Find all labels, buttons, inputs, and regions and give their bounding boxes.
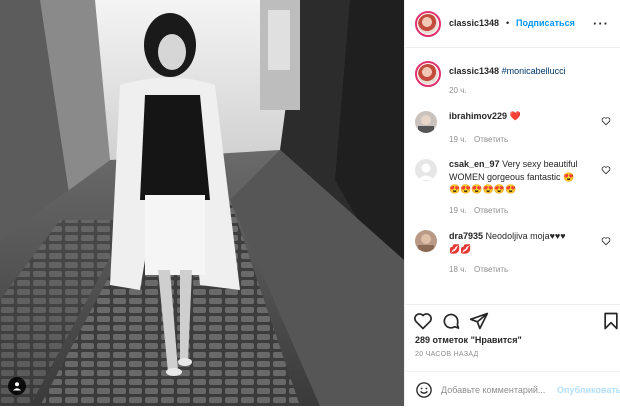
- heart-icon[interactable]: [413, 311, 433, 331]
- likes-suffix: "Нравится": [470, 335, 522, 345]
- user-tag-icon: [13, 382, 21, 391]
- caption-avatar[interactable]: [415, 61, 441, 87]
- caption-time[interactable]: 20 ч.: [449, 86, 467, 95]
- bookmark-icon[interactable]: [601, 311, 620, 331]
- comment-emoji-line: 💋💋: [449, 244, 472, 254]
- comment-like-icon[interactable]: [601, 165, 611, 175]
- comment-avatar[interactable]: [415, 111, 437, 133]
- likes-count[interactable]: 289 отметок "Нравится": [415, 335, 522, 345]
- author-username[interactable]: classic1348: [449, 18, 499, 28]
- share-icon[interactable]: [469, 311, 489, 331]
- comment-text: csak_en_97 Very sexy beautiful WOMEN gor…: [449, 158, 599, 184]
- comment-time[interactable]: 19 ч.: [449, 135, 467, 144]
- heart-emoji: ❤️: [509, 111, 521, 121]
- follow-button[interactable]: Подписаться: [516, 18, 575, 28]
- publish-button[interactable]: Опубликовать: [557, 385, 620, 395]
- post-actions: 289 отметок "Нравится" 20 ЧАСОВ НАЗАД Оп…: [405, 304, 620, 406]
- caption-hashtag[interactable]: #monicabellucci: [502, 66, 566, 76]
- comment-text: dra7935 Neodoljiva moja♥♥♥: [449, 230, 566, 243]
- add-comment-bar: Опубликовать: [405, 371, 620, 407]
- post-header: classic1348 • Подписаться ···: [405, 0, 620, 48]
- photo-image: [0, 0, 404, 406]
- comment-like-icon[interactable]: [601, 236, 611, 246]
- post-photo[interactable]: [0, 0, 404, 406]
- emoji-icon[interactable]: [415, 381, 433, 399]
- comment-username[interactable]: dra7935: [449, 231, 483, 241]
- comments-list: classic1348 #monicabellucci 20 ч. ibrahi…: [405, 48, 620, 304]
- caption-username[interactable]: classic1348: [449, 66, 499, 76]
- caption-text: classic1348 #monicabellucci: [449, 65, 609, 78]
- header-separator: •: [506, 18, 510, 28]
- post-time[interactable]: 20 ЧАСОВ НАЗАД: [415, 351, 479, 358]
- instagram-post: classic1348 • Подписаться ··· classic134…: [0, 0, 620, 408]
- comment-username[interactable]: csak_en_97: [449, 159, 500, 169]
- likes-number: 289 отметок: [415, 335, 469, 345]
- comment-like-icon[interactable]: [601, 116, 611, 126]
- comment-time[interactable]: 19 ч.: [449, 206, 467, 215]
- comment-input[interactable]: [441, 382, 559, 398]
- user-tag-button[interactable]: [8, 377, 26, 395]
- reply-button[interactable]: Ответить: [474, 135, 508, 144]
- comment-text: ibrahimov229 ❤️: [449, 110, 521, 123]
- post-side-panel: classic1348 • Подписаться ··· classic134…: [404, 0, 620, 406]
- comment-avatar[interactable]: [415, 230, 437, 252]
- reply-button[interactable]: Ответить: [474, 206, 508, 215]
- comment-body: Neodoljiva moja♥♥♥: [485, 231, 566, 241]
- comment-avatar[interactable]: [415, 159, 437, 181]
- author-avatar[interactable]: [415, 11, 441, 37]
- comment-username[interactable]: ibrahimov229: [449, 111, 507, 121]
- comment-icon[interactable]: [441, 311, 461, 331]
- comment-time[interactable]: 18 ч.: [449, 265, 467, 274]
- comment-emoji-line: 😍😍😍😍😍😍: [449, 184, 517, 194]
- reply-button[interactable]: Ответить: [474, 265, 508, 274]
- more-icon[interactable]: ···: [593, 16, 609, 31]
